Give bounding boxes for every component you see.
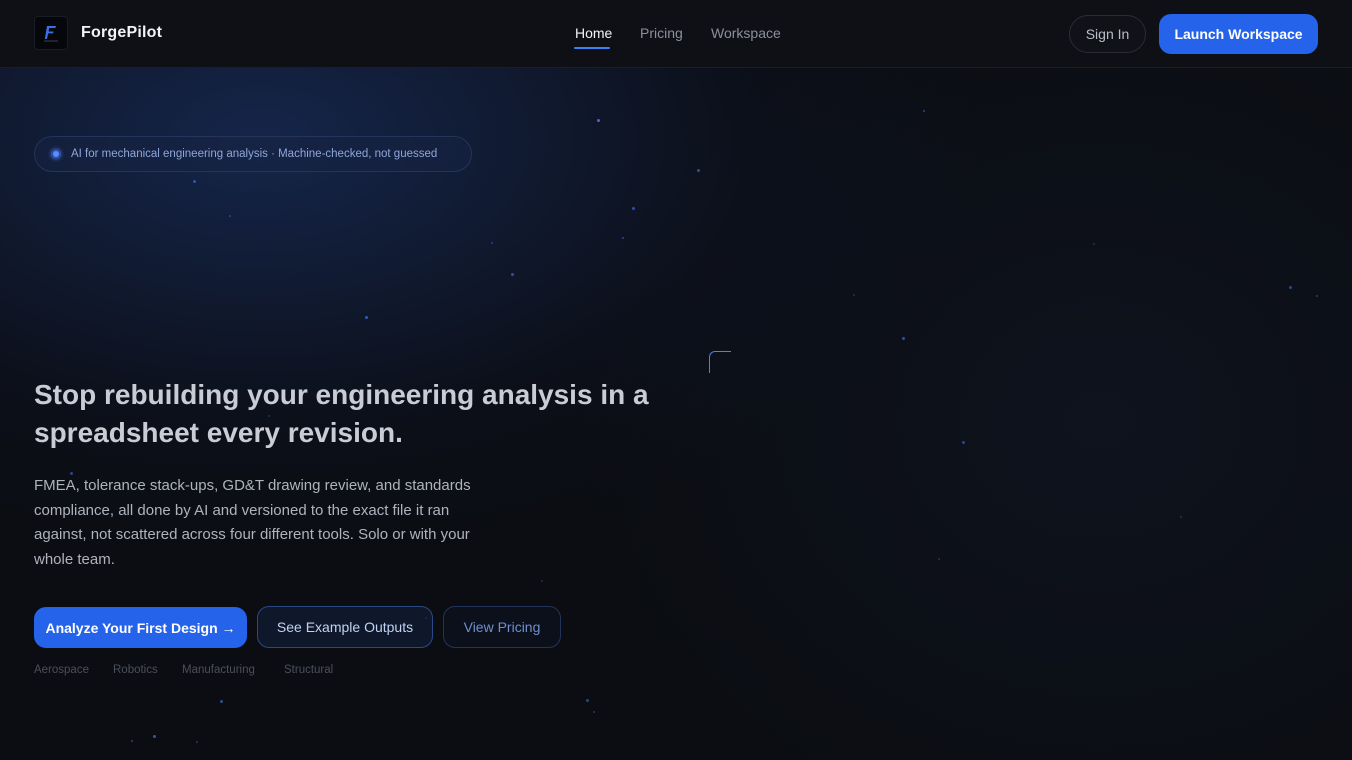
star-dot bbox=[697, 169, 700, 172]
top-navigation-bar: ForgePilot Home Pricing Workspace Sign I… bbox=[0, 0, 1352, 68]
star-dot bbox=[196, 741, 198, 743]
star-dot bbox=[923, 110, 925, 112]
nav-item-home[interactable]: Home bbox=[575, 25, 612, 41]
star-dot bbox=[586, 699, 589, 702]
nav-item-workspace[interactable]: Workspace bbox=[711, 25, 781, 41]
status-dot-icon bbox=[51, 149, 61, 159]
hero-title: Stop rebuilding your engineering analysi… bbox=[34, 379, 649, 448]
industry-tag: Aerospace bbox=[34, 664, 89, 676]
announcement-badge: AI for mechanical engineering analysis ·… bbox=[34, 136, 472, 172]
view-pricing-button[interactable]: View Pricing bbox=[443, 606, 561, 648]
forge-f-logo-icon[interactable] bbox=[34, 16, 68, 50]
star-dot bbox=[365, 316, 368, 319]
star-dot bbox=[131, 740, 133, 742]
star-dot bbox=[229, 215, 231, 217]
badge-text: AI for mechanical engineering analysis ·… bbox=[71, 148, 438, 160]
star-dot bbox=[597, 119, 600, 122]
star-dot bbox=[1316, 295, 1318, 297]
launch-workspace-button[interactable]: Launch Workspace bbox=[1159, 14, 1318, 54]
nav-item-pricing[interactable]: Pricing bbox=[640, 25, 683, 41]
brand-name[interactable]: ForgePilot bbox=[81, 24, 162, 42]
sign-in-button[interactable]: Sign In bbox=[1069, 15, 1146, 53]
star-dot bbox=[1289, 286, 1292, 289]
star-dot bbox=[593, 711, 595, 713]
see-example-outputs-button[interactable]: See Example Outputs bbox=[257, 606, 433, 648]
star-dot bbox=[153, 735, 156, 738]
star-dot bbox=[962, 441, 965, 444]
industry-tag: Robotics bbox=[113, 664, 158, 676]
star-dot bbox=[1180, 516, 1182, 518]
logo-mark-svg bbox=[44, 26, 58, 42]
star-dot bbox=[541, 580, 543, 582]
industry-tag: Structural bbox=[284, 664, 334, 676]
active-nav-indicator bbox=[574, 47, 610, 49]
star-dot bbox=[511, 273, 514, 276]
star-dot bbox=[220, 700, 223, 703]
landing-page: ForgePilot Home Pricing Workspace Sign I… bbox=[0, 0, 1352, 760]
star-dot bbox=[853, 294, 855, 296]
star-dot bbox=[193, 180, 196, 183]
star-dot bbox=[632, 207, 635, 210]
star-dot bbox=[622, 237, 624, 239]
analyze-first-design-button[interactable]: Analyze Your First Design → bbox=[34, 607, 247, 648]
corner-bracket-icon bbox=[709, 351, 731, 373]
star-dot bbox=[1093, 243, 1095, 245]
industry-tag: Manufacturing bbox=[182, 664, 255, 676]
hero-description: FMEA, tolerance stack-ups, GD&T drawing … bbox=[34, 477, 471, 568]
star-dot bbox=[938, 558, 940, 560]
star-dot bbox=[902, 337, 905, 340]
star-dot bbox=[491, 242, 493, 244]
